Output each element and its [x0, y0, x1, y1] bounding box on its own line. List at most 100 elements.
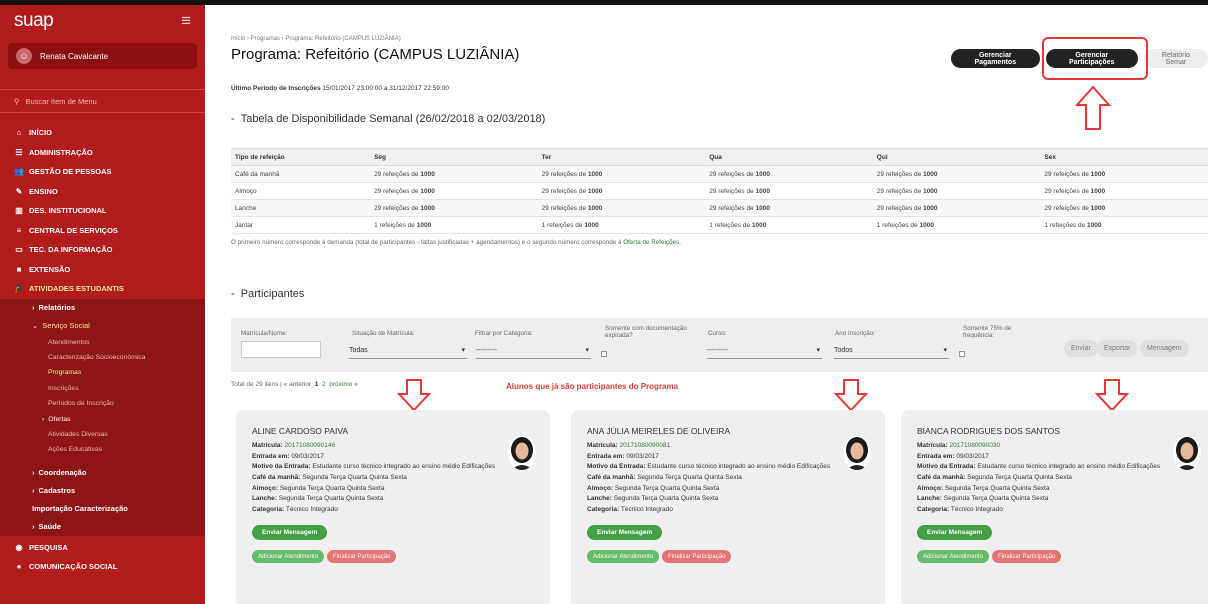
availability-cell: 29 refeições de 1000: [872, 182, 1041, 200]
send-message-button[interactable]: Enviar Mensagem: [587, 525, 663, 540]
availability-title: - Tabela de Disponibilidade Semanal (26/…: [231, 113, 546, 125]
lanche-row: Lanche: Segunda Terça Quarta Quinta Sext…: [587, 495, 719, 502]
period-value: 15/01/2017 23:00:00 a 31/12/2017 22:59:0…: [322, 85, 449, 92]
page-2-link[interactable]: 2: [322, 381, 326, 388]
sidebar-item-6[interactable]: ▭ TEC. DA INFORMAÇÃO: [0, 240, 205, 260]
add-service-button[interactable]: Adicionar Atendimento: [917, 550, 990, 563]
sidebar-subitem-0[interactable]: Atendimentos: [0, 335, 205, 350]
person-photo-icon: [511, 437, 533, 470]
availability-note: O primeiro número corresponde à demanda …: [231, 239, 681, 246]
sidebar-item-after-0[interactable]: › Coordenação: [0, 464, 205, 482]
sidebar-submenu: › Relatórios ⌄ Serviço Social Atendimentos…: [0, 298, 205, 536]
matricula-link[interactable]: 20171080090030: [950, 442, 1001, 449]
caret-down-icon: ▾: [943, 347, 947, 354]
matricula-row: Matrícula: 20171080090081: [587, 442, 671, 449]
situacao-select[interactable]: Todas ▾: [349, 342, 467, 359]
sidebar-subitem-4[interactable]: Períodos de Inscrição: [0, 396, 205, 411]
page-title: Programa: Refeitório (CAMPUS LUZIÂNIA): [231, 46, 520, 63]
total-items: Total de 29 itens: [231, 381, 279, 388]
sidebar-item-after-2[interactable]: Importação Caracterização: [0, 500, 205, 518]
add-service-button[interactable]: Adicionar Atendimento: [252, 550, 325, 563]
sidebar-item-1[interactable]: ● COMUNICAÇÃO SOCIAL: [0, 557, 205, 577]
chart-icon: ▥: [15, 206, 23, 216]
sidebar-item-after-3[interactable]: › Saúde: [0, 518, 205, 536]
sidebar-menu: ⌂ INÍCIO ☰ ADMINISTRAÇÃO 👥 GESTÃO DE PES…: [0, 123, 205, 299]
sidebar-subitem-2[interactable]: Programas: [0, 365, 205, 380]
filter-submit-button[interactable]: Enviar: [1064, 340, 1098, 357]
sidebar-item-0[interactable]: ◉ PESQUISA: [0, 538, 205, 558]
filters-panel: Matrícula/Nome: Situação de Matrícula: T…: [231, 318, 1208, 372]
end-participation-button[interactable]: Finalizar Participação: [662, 550, 732, 563]
sidebar-item-8[interactable]: 🎓 ATIVIDADES ESTUDANTIS: [0, 279, 205, 299]
sidebar-subitem-1[interactable]: Caracterização Socioeconômica: [0, 350, 205, 365]
message-button[interactable]: Mensagem: [1140, 340, 1189, 357]
sidebar-item-0[interactable]: ⌂ INÍCIO: [0, 123, 205, 143]
sidebar-item-servico-social[interactable]: ⌄ Serviço Social: [0, 317, 205, 335]
page-1[interactable]: 1: [315, 381, 319, 388]
sidebar-header: suap ≡: [0, 5, 205, 31]
user-box[interactable]: ☺ Renata Cavalcante: [8, 43, 197, 69]
sidebar-item-3[interactable]: ✎ ENSINO: [0, 182, 205, 202]
globe-icon: ◉: [15, 542, 23, 552]
period-info: Último Período de Inscrições 15/01/2017 …: [231, 85, 449, 92]
sidebar-item-relatorios[interactable]: › Relatórios: [0, 299, 205, 317]
categoria-row: Categoria: Técnico Integrado: [917, 505, 1003, 513]
filter-doc-label: Somente com documentação expirada?: [605, 325, 687, 339]
almoco-row: Almoço: Segunda Terça Quarta Quinta Sext…: [587, 484, 720, 492]
next-page-link[interactable]: próximo »: [329, 381, 358, 388]
sidebar-item-after-1[interactable]: › Cadastros: [0, 482, 205, 500]
breadcrumb: Início › Programas › Programa: Refeitóri…: [231, 36, 401, 42]
availability-cell: 1 refeições de 1000: [537, 216, 706, 234]
curso-select[interactable]: --------- ▾: [707, 342, 822, 359]
sidebar-item-7[interactable]: ■ EXTENSÃO: [0, 260, 205, 280]
prev-page-link[interactable]: « anterior: [284, 381, 311, 388]
matricula-input[interactable]: [241, 341, 321, 358]
annotation-text: Alunos que já são participantes do Progr…: [506, 382, 679, 391]
categoria-row: Categoria: Técnico Integrado: [587, 505, 673, 513]
weekly-report-button[interactable]: Relatório Semar: [1143, 49, 1208, 68]
sidebar-item-2[interactable]: 👥 GESTÃO DE PESSOAS: [0, 162, 205, 182]
export-button[interactable]: Exportar: [1097, 340, 1138, 357]
hamburger-icon[interactable]: ≡: [181, 11, 191, 31]
sidebar-item-4[interactable]: ▥ DES. INSTITUCIONAL: [0, 201, 205, 221]
sidebar-sub-after: › Coordenação › Cadastros Importação Caracte…: [0, 458, 205, 536]
sidebar-item-ofertas[interactable]: › Ofertas: [0, 411, 205, 426]
table-header-row: Tipo de refeição Seg Ter Qua Qui Sex: [231, 148, 1208, 166]
freq-checkbox[interactable]: [959, 351, 965, 357]
lanche-row: Lanche: Segunda Terça Quarta Quinta Sext…: [917, 495, 1049, 502]
column-header: Qui: [872, 148, 1041, 166]
menu-search[interactable]: ⚲ Buscar Item de Menu: [0, 89, 205, 113]
sidebar-subitem-3[interactable]: Inscrições: [0, 381, 205, 396]
up-arrow-icon: [1075, 85, 1111, 130]
home-icon: ⌂: [16, 128, 22, 138]
matricula-link[interactable]: 20171080090081: [620, 442, 671, 449]
manage-payments-button[interactable]: Gerenciar Pagamentos: [951, 49, 1040, 68]
end-participation-button[interactable]: Finalizar Participação: [992, 550, 1062, 563]
sidebar-subitem-b-1[interactable]: Ações Educativas: [0, 442, 205, 457]
matricula-link[interactable]: 20171080090146: [285, 442, 336, 449]
sidebar-item-5[interactable]: ≡ CENTRAL DE SERVIÇOS: [0, 221, 205, 241]
lanche-row: Lanche: Segunda Terça Quarta Quinta Sext…: [252, 495, 384, 502]
availability-table: Tipo de refeição Seg Ter Qua Qui Sex Café da …: [231, 148, 1208, 234]
categoria-select[interactable]: --------- ▾: [476, 342, 591, 359]
brand-logo[interactable]: suap: [14, 10, 54, 32]
motivo-row: Motivo da Entrada: Estudante curso técni…: [252, 463, 496, 470]
end-participation-button[interactable]: Finalizar Participação: [327, 550, 397, 563]
availability-cell: 29 refeições de 1000: [537, 165, 706, 183]
availability-cell: 29 refeições de 1000: [705, 165, 873, 183]
participant-name: BIANCA RODRIGUES DOS SANTOS: [917, 426, 1060, 436]
send-message-button[interactable]: Enviar Mensagem: [917, 525, 993, 540]
meal-type-cell: Almoço: [231, 182, 371, 200]
user-avatar-icon: ☺: [16, 48, 32, 64]
meal-offer-link[interactable]: Oferta de Refeições.: [623, 239, 681, 246]
entrada-row: Entrada em: 09/03/2017: [587, 452, 659, 460]
add-service-button[interactable]: Adicionar Atendimento: [587, 550, 660, 563]
sidebar-subitem-b-0[interactable]: Atividades Diversas: [0, 427, 205, 442]
send-message-button[interactable]: Enviar Mensagem: [252, 525, 328, 540]
ano-select[interactable]: Todos ▾: [834, 342, 949, 359]
meal-type-cell: Jantar: [231, 216, 371, 234]
participant-photo: [1173, 436, 1201, 470]
servico-social-items: Atendimentos Caracterização Socioeconômic…: [0, 335, 205, 412]
sidebar-item-1[interactable]: ☰ ADMINISTRAÇÃO: [0, 143, 205, 163]
doc-expired-checkbox[interactable]: [601, 351, 607, 357]
